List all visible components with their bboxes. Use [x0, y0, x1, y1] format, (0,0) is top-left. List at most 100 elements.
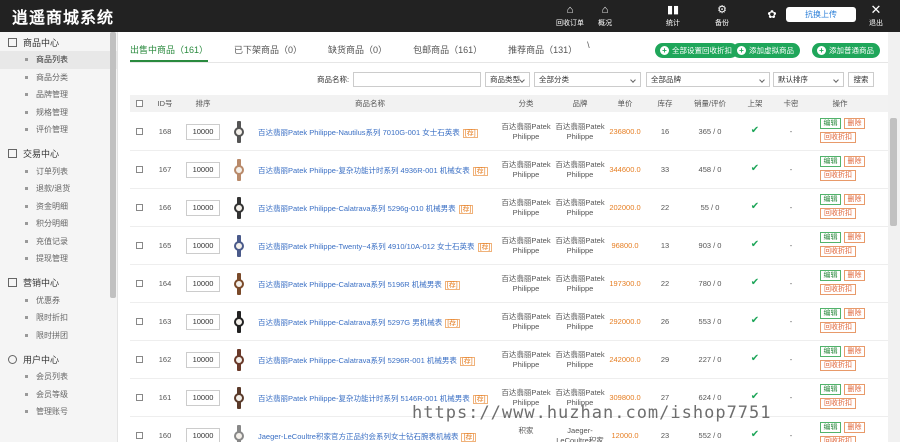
product-thumbnail[interactable] — [233, 273, 245, 295]
recycle-discount-button[interactable]: 回收折扣 — [820, 398, 856, 409]
product-name-link[interactable]: 百达翡丽Patek Philippe-Calatrava系列 5296R-001… — [258, 355, 475, 366]
product-name-link[interactable]: 百达翡丽Patek Philippe-Calatrava系列 5196R 机械男… — [258, 279, 460, 290]
tab-free-shipping[interactable]: 包邮商品（161） — [413, 40, 482, 62]
edit-button[interactable]: 编辑 — [820, 156, 841, 167]
sidebar-section-trade[interactable]: 交易中心 — [0, 145, 117, 163]
main-scrollbar-track[interactable] — [888, 32, 900, 442]
edit-button[interactable]: 编辑 — [820, 384, 841, 395]
product-name-link[interactable]: 百达翡丽Patek Philippe-Calatrava系列 5297G 男机械… — [258, 317, 461, 328]
product-name-link[interactable]: 百达翡丽Patek Philippe-Nautilus系列 7010G-001 … — [258, 127, 478, 138]
recycle-discount-button[interactable]: 回收折扣 — [820, 436, 856, 442]
on-shelf-check-icon[interactable]: ✔ — [745, 125, 765, 136]
on-shelf-check-icon[interactable]: ✔ — [745, 277, 765, 288]
delete-button[interactable]: 删除 — [844, 156, 865, 167]
search-button[interactable]: 搜索 — [848, 72, 874, 87]
on-shelf-check-icon[interactable]: ✔ — [745, 239, 765, 250]
set-recycle-discount-button[interactable]: + 全部设置回收折扣 — [655, 43, 738, 58]
sidebar-item-coupon[interactable]: 优惠券 — [0, 292, 117, 310]
tab-on-sale[interactable]: 出售中商品（161） — [130, 40, 209, 62]
recycle-discount-button[interactable]: 回收折扣 — [820, 208, 856, 219]
product-thumbnail[interactable] — [233, 349, 245, 371]
recycle-discount-button[interactable]: 回收折扣 — [820, 284, 856, 295]
product-name-link[interactable]: 百达翡丽Patek Philippe-复杂功能计时系列 4936R-001 机械… — [258, 165, 488, 176]
brand-select[interactable]: 全部品牌 — [646, 72, 770, 87]
sidebar-item-orders[interactable]: 订单列表 — [0, 163, 117, 181]
topnav-stats[interactable]: ▮▮ 统计 — [653, 0, 693, 32]
product-thumbnail[interactable] — [233, 121, 245, 143]
add-normal-goods-button[interactable]: + 添加普通商品 — [812, 43, 880, 58]
row-checkbox[interactable] — [136, 318, 143, 325]
product-thumbnail[interactable] — [233, 197, 245, 219]
sort-input[interactable]: 10000 — [186, 124, 220, 140]
row-checkbox[interactable] — [136, 280, 143, 287]
topnav-overview[interactable]: ⌂ 概况 — [585, 0, 625, 32]
row-checkbox[interactable] — [136, 394, 143, 401]
product-name-link[interactable]: 百达翡丽Patek Philippe-Calatrava系列 5296g-010… — [258, 203, 474, 214]
row-checkbox[interactable] — [136, 204, 143, 211]
on-shelf-check-icon[interactable]: ✔ — [745, 391, 765, 402]
upload-button[interactable]: 抗换上传 — [786, 7, 856, 22]
recycle-discount-button[interactable]: 回收折扣 — [820, 132, 856, 143]
on-shelf-check-icon[interactable]: ✔ — [745, 201, 765, 212]
sort-input[interactable]: 10000 — [186, 314, 220, 330]
sidebar-item-brand[interactable]: 品牌管理 — [0, 86, 117, 104]
edit-button[interactable]: 编辑 — [820, 422, 841, 433]
sidebar-item-review[interactable]: 评价管理 — [0, 121, 117, 139]
sort-input[interactable]: 10000 — [186, 428, 220, 442]
product-name-link[interactable]: Jaeger-LeCoultre积家官方正品约会系列女士钻石腕表机械表 [荐] — [258, 431, 477, 442]
sort-input[interactable]: 10000 — [186, 200, 220, 216]
topnav-logout[interactable]: ✕ 退出 — [856, 0, 896, 32]
add-virtual-goods-button[interactable]: + 添加虚拟商品 — [732, 43, 800, 58]
edit-button[interactable]: 编辑 — [820, 194, 841, 205]
sidebar-item-goods-category[interactable]: 商品分类 — [0, 69, 117, 87]
category-select[interactable]: 全部分类 — [534, 72, 641, 87]
delete-button[interactable]: 删除 — [844, 270, 865, 281]
sidebar-item-groupbuy[interactable]: 限时拼团 — [0, 327, 117, 345]
on-shelf-check-icon[interactable]: ✔ — [745, 429, 765, 440]
sidebar-section-goods[interactable]: 商品中心 — [0, 33, 117, 51]
product-name-link[interactable]: 百达翡丽Patek Philippe-Twenty~4系列 4910/10A-0… — [258, 241, 493, 252]
goods-name-input[interactable] — [353, 72, 481, 87]
sidebar-item-recharge[interactable]: 充值记录 — [0, 233, 117, 251]
row-checkbox[interactable] — [136, 166, 143, 173]
row-checkbox[interactable] — [136, 242, 143, 249]
edit-button[interactable]: 编辑 — [820, 346, 841, 357]
delete-button[interactable]: 删除 — [844, 422, 865, 433]
sidebar-item-refund[interactable]: 退款/退货 — [0, 180, 117, 198]
sidebar-item-admin[interactable]: 管理账号 — [0, 403, 117, 421]
sort-input[interactable]: 10000 — [186, 276, 220, 292]
sidebar-item-withdraw[interactable]: 提现管理 — [0, 250, 117, 268]
goods-type-select[interactable]: 商品类型 — [485, 72, 530, 87]
delete-button[interactable]: 删除 — [844, 346, 865, 357]
delete-button[interactable]: 删除 — [844, 384, 865, 395]
delete-button[interactable]: 删除 — [844, 308, 865, 319]
on-shelf-check-icon[interactable]: ✔ — [745, 353, 765, 364]
recycle-discount-button[interactable]: 回收折扣 — [820, 170, 856, 181]
recycle-discount-button[interactable]: 回收折扣 — [820, 322, 856, 333]
sidebar-section-user[interactable]: 用户中心 — [0, 350, 117, 368]
product-thumbnail[interactable] — [233, 425, 245, 442]
delete-button[interactable]: 删除 — [844, 232, 865, 243]
row-checkbox[interactable] — [136, 356, 143, 363]
select-all-checkbox[interactable] — [136, 100, 143, 107]
edit-button[interactable]: 编辑 — [820, 118, 841, 129]
sidebar-item-funds[interactable]: 资金明细 — [0, 198, 117, 216]
sort-input[interactable]: 10000 — [186, 162, 220, 178]
row-checkbox[interactable] — [136, 128, 143, 135]
main-scrollbar-thumb[interactable] — [890, 118, 897, 226]
edit-button[interactable]: 编辑 — [820, 232, 841, 243]
tab-recommended[interactable]: 推荐商品（131） — [508, 40, 577, 62]
sidebar-item-goods-list[interactable]: 商品列表 — [0, 51, 117, 69]
edit-button[interactable]: 编辑 — [820, 270, 841, 281]
tab-out-of-stock[interactable]: 缺货商品（0） — [328, 40, 387, 62]
recycle-discount-button[interactable]: 回收折扣 — [820, 360, 856, 371]
sidebar-item-members[interactable]: 会员列表 — [0, 368, 117, 386]
tab-off-shelf[interactable]: 已下架商品（0） — [234, 40, 302, 62]
delete-button[interactable]: 删除 — [844, 194, 865, 205]
recycle-discount-button[interactable]: 回收折扣 — [820, 246, 856, 257]
topnav-backup[interactable]: ⚙ 备份 — [702, 0, 742, 32]
topnav-recycle-orders[interactable]: ⌂ 回收订单 — [550, 0, 590, 32]
product-thumbnail[interactable] — [233, 235, 245, 257]
delete-button[interactable]: 删除 — [844, 118, 865, 129]
sort-input[interactable]: 10000 — [186, 390, 220, 406]
